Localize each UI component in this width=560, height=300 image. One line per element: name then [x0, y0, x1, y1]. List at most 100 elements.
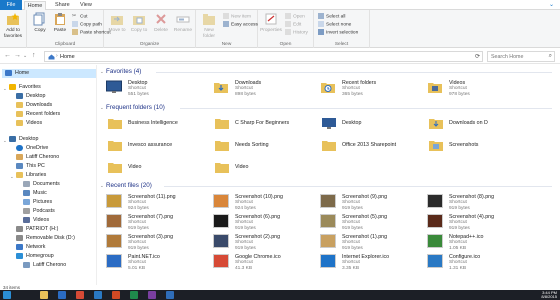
- excel-taskbar-icon[interactable]: [130, 291, 138, 299]
- chevron-down-icon[interactable]: ⌄: [100, 183, 104, 189]
- sidebar-item-videos[interactable]: Videos: [16, 119, 42, 128]
- rename-button[interactable]: Rename: [172, 12, 194, 34]
- chrome-taskbar-icon[interactable]: [76, 291, 84, 299]
- sidebar-item-recent-folders[interactable]: Recent folders: [16, 110, 60, 119]
- frequent-folder[interactable]: Screenshots: [427, 137, 527, 157]
- powerpoint-taskbar-icon[interactable]: [112, 291, 120, 299]
- sidebar-item-patriot[interactable]: PATRIOT (H:): [16, 225, 58, 234]
- recent-locations-chevron-icon[interactable]: ⌄: [23, 53, 27, 59]
- copy-to-button[interactable]: Copy to: [128, 12, 150, 34]
- open-button[interactable]: Open: [285, 13, 305, 20]
- sidebar-item-desktop-root[interactable]: Desktop: [9, 135, 38, 144]
- chevron-down-icon[interactable]: ⌄: [10, 174, 14, 180]
- sidebar-item-pictures[interactable]: Pictures: [23, 198, 52, 207]
- frequent-folder[interactable]: Video: [106, 159, 206, 179]
- recent-file[interactable]: Screenshot (11).png Shortcut 924 bytes: [106, 193, 206, 215]
- chevron-down-icon[interactable]: ⌄: [100, 105, 104, 111]
- select-none-button[interactable]: Select none: [318, 21, 351, 28]
- recent-file[interactable]: Screenshot (6).png Shortcut 919 bytes: [213, 213, 313, 235]
- sidebar-item-favorites[interactable]: Favorites: [9, 83, 41, 92]
- sidebar-item-removable-disk[interactable]: Removable Disk (D:): [16, 234, 75, 243]
- recent-file[interactable]: Screenshot (10).png Shortcut 924 bytes: [213, 193, 313, 215]
- tab-view[interactable]: View: [75, 1, 97, 10]
- frequent-folder[interactable]: Invesco assurance: [106, 137, 206, 157]
- tab-home[interactable]: Home: [24, 1, 46, 10]
- recent-file[interactable]: Screenshot (2).png Shortcut 919 bytes: [213, 233, 313, 255]
- onenote-taskbar-icon[interactable]: [148, 291, 156, 299]
- file-explorer-taskbar-icon[interactable]: [40, 291, 48, 299]
- frequent-folder[interactable]: Business Intelligence: [106, 115, 206, 135]
- frequent-folder[interactable]: Office 2013 Sharepoint: [320, 137, 420, 157]
- search-input[interactable]: [488, 52, 543, 61]
- recent-file[interactable]: Configure.ico Shortcut 1.31 KB: [427, 253, 527, 275]
- sidebar-item-user[interactable]: Latiff Cherono: [16, 153, 59, 162]
- address-box[interactable]: › Home ⟳: [44, 51, 483, 62]
- cut-button[interactable]: ✂ Cut: [72, 13, 87, 20]
- sidebar-item-libraries[interactable]: Libraries: [16, 171, 46, 180]
- tab-share[interactable]: Share: [50, 1, 75, 10]
- chevron-down-icon[interactable]: ⌄: [3, 138, 7, 144]
- recent-file[interactable]: Screenshot (7).png Shortcut 919 bytes: [106, 213, 206, 235]
- copy-button[interactable]: Copy: [29, 12, 51, 34]
- sidebar-item-lib-videos[interactable]: Videos: [23, 216, 49, 225]
- frequent-folder[interactable]: C Sharp For Beginners: [213, 115, 313, 135]
- frequent-folder[interactable]: Needs Sorting: [213, 137, 313, 157]
- sidebar-item-home[interactable]: Home: [2, 69, 96, 78]
- sidebar-item-onedrive[interactable]: OneDrive: [16, 144, 48, 153]
- history-button[interactable]: History: [285, 29, 308, 36]
- chevron-down-icon[interactable]: ⌄: [3, 86, 7, 92]
- tile-size: 924 bytes: [235, 206, 256, 211]
- favorite-desktop[interactable]: Desktop Shortcut 551 bytes: [106, 79, 206, 101]
- recent-file[interactable]: Screenshot (8).png Shortcut 919 bytes: [427, 193, 527, 215]
- properties-button[interactable]: Properties: [260, 12, 282, 34]
- frequent-folder[interactable]: Video: [213, 159, 313, 179]
- recent-file[interactable]: Internet Explorer.ico Shortcut 3.35 KB: [320, 253, 420, 275]
- start-button-icon[interactable]: [3, 291, 11, 299]
- ribbon-collapse-icon[interactable]: ⌄: [549, 1, 554, 8]
- new-item-button[interactable]: New item: [223, 13, 251, 20]
- frequent-folder[interactable]: Desktop: [320, 115, 420, 135]
- back-arrow-icon[interactable]: ←: [4, 52, 11, 59]
- recent-file[interactable]: Paint.NET.ico Shortcut 5.01 KB: [106, 253, 206, 275]
- recent-file[interactable]: Google Chrome.ico Shortcut 41.3 KB: [213, 253, 313, 275]
- sidebar-item-network[interactable]: Network: [16, 243, 45, 252]
- chevron-down-icon[interactable]: ⌄: [100, 69, 104, 75]
- easy-access-button[interactable]: Easy access: [223, 21, 258, 28]
- copy-path-button[interactable]: Copy path: [72, 21, 102, 28]
- frequent-folder[interactable]: Downloads on D: [427, 115, 527, 135]
- sidebar-item-music[interactable]: Music: [23, 189, 47, 198]
- word-taskbar-icon[interactable]: [94, 291, 102, 299]
- up-arrow-icon[interactable]: ↑: [32, 52, 36, 59]
- sidebar-item-desktop[interactable]: Desktop: [16, 92, 45, 101]
- recent-file[interactable]: Screenshot (5).png Shortcut 919 bytes: [320, 213, 420, 235]
- sidebar-item-homegroup-user[interactable]: Latiff Cherono: [23, 261, 66, 270]
- add-to-favorites-button[interactable]: Add to favorites: [2, 12, 24, 39]
- recent-file[interactable]: Notepad++.ico Shortcut 1.05 KB: [427, 233, 527, 255]
- system-clock[interactable]: 3:44 PM 8/8/2015: [541, 290, 557, 299]
- tab-file[interactable]: File: [0, 0, 22, 10]
- invert-selection-button[interactable]: Invert selection: [318, 29, 358, 36]
- outlook-taskbar-icon[interactable]: [166, 291, 174, 299]
- sidebar-item-documents[interactable]: Documents: [23, 180, 60, 189]
- favorite-recent-folders[interactable]: Recent folders Shortcut 365 bytes: [320, 79, 420, 101]
- sidebar-item-this-pc[interactable]: This PC: [16, 162, 45, 171]
- favorite-downloads[interactable]: Downloads Shortcut 898 bytes: [213, 79, 313, 101]
- recent-file[interactable]: Screenshot (1).png Shortcut 919 bytes: [320, 233, 420, 255]
- recent-file[interactable]: Screenshot (3).png Shortcut 919 bytes: [106, 233, 206, 255]
- search-icon[interactable]: ⌕: [549, 53, 552, 60]
- favorite-videos[interactable]: Videos Shortcut 978 bytes: [427, 79, 527, 101]
- recent-file[interactable]: Screenshot (4).png Shortcut 919 bytes: [427, 213, 527, 235]
- paste-button[interactable]: Paste: [49, 12, 71, 34]
- sidebar-item-downloads[interactable]: Downloads: [16, 101, 52, 110]
- new-folder-button[interactable]: New folder: [198, 12, 220, 39]
- forward-arrow-icon[interactable]: →: [14, 52, 21, 59]
- select-all-button[interactable]: Select all: [318, 13, 345, 20]
- sidebar-item-homegroup[interactable]: Homegroup: [16, 252, 54, 261]
- move-to-button[interactable]: Move to: [106, 12, 128, 34]
- refresh-icon[interactable]: ⟳: [475, 53, 480, 60]
- recent-file[interactable]: Screenshot (9).png Shortcut 919 bytes: [320, 193, 420, 215]
- store-taskbar-icon[interactable]: [58, 291, 66, 299]
- sidebar-item-podcasts[interactable]: Podcasts: [23, 207, 55, 216]
- edit-button[interactable]: Edit: [285, 21, 301, 28]
- delete-button[interactable]: Delete: [150, 12, 172, 34]
